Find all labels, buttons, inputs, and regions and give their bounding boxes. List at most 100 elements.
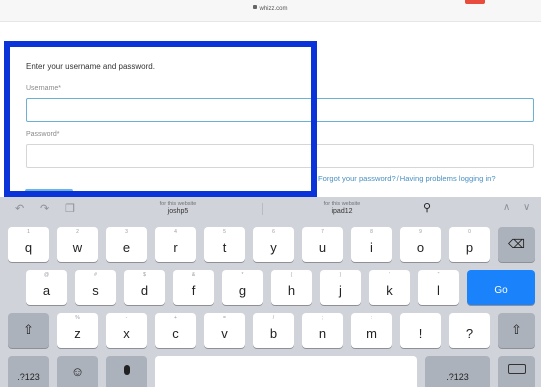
key-hint: & bbox=[191, 272, 196, 278]
key-char: i bbox=[370, 240, 373, 255]
key-j[interactable]: ) j bbox=[320, 270, 361, 305]
onscreen-keyboard: 1q 2w 3e 4r 5t 6y 7u 8i 9o 0p ⌫ @ a # s $ d… bbox=[0, 221, 541, 387]
key-char: l bbox=[437, 283, 440, 298]
login-form: Enter your username and password. Userna… bbox=[0, 22, 541, 197]
shift-icon: ⇧ bbox=[511, 322, 522, 337]
login-button[interactable] bbox=[25, 189, 73, 197]
password-label: Password* bbox=[26, 131, 60, 138]
key-b[interactable]: / b bbox=[253, 313, 294, 348]
link-separator: / bbox=[396, 174, 399, 183]
key-hint: 1 bbox=[27, 229, 30, 235]
key-e[interactable]: 3e bbox=[106, 227, 147, 262]
backspace-key[interactable]: ⌫ bbox=[498, 227, 535, 262]
key-d[interactable]: $ d bbox=[124, 270, 165, 305]
backspace-icon: ⌫ bbox=[508, 237, 525, 251]
key-a[interactable]: @ a bbox=[26, 270, 67, 305]
key-m[interactable]: :m bbox=[351, 313, 392, 348]
emoji-icon: ☺ bbox=[70, 364, 85, 379]
key-s[interactable]: # s bbox=[75, 270, 116, 305]
key-hint: " bbox=[437, 272, 440, 278]
key-hint: 8 bbox=[370, 229, 373, 235]
key-question[interactable]: ? bbox=[449, 313, 490, 348]
chevron-up-icon[interactable]: ∧ bbox=[503, 202, 510, 213]
key-char: k bbox=[386, 283, 393, 298]
key-char: n bbox=[318, 326, 327, 341]
key-char: t bbox=[222, 240, 227, 255]
key-hint: % bbox=[75, 315, 80, 321]
numbers-key-right[interactable]: .?123 bbox=[425, 356, 490, 387]
browser-url-bar[interactable]: whizz.com bbox=[0, 0, 541, 22]
paste-icon[interactable]: ❐ bbox=[65, 202, 75, 215]
key-u[interactable]: 7u bbox=[302, 227, 343, 262]
forgot-password-link[interactable]: Forgot your password? bbox=[318, 174, 396, 183]
key-char: y bbox=[270, 240, 277, 255]
key-hint: @ bbox=[43, 272, 50, 278]
key-i[interactable]: 8i bbox=[351, 227, 392, 262]
key-f[interactable]: & f bbox=[173, 270, 214, 305]
numbers-label: .?123 bbox=[17, 372, 40, 382]
key-n[interactable]: ; n bbox=[302, 313, 343, 348]
key-z[interactable]: % z bbox=[57, 313, 98, 348]
key-char: o bbox=[416, 240, 425, 255]
key-l[interactable]: " l bbox=[418, 270, 459, 305]
suggestion-joshp5[interactable]: for this website joshp5 bbox=[148, 200, 208, 216]
key-y[interactable]: 6y bbox=[253, 227, 294, 262]
key-g[interactable]: * g bbox=[222, 270, 263, 305]
redo-icon[interactable]: ↷ bbox=[40, 202, 49, 215]
key-p[interactable]: 0p bbox=[449, 227, 490, 262]
key-char: m bbox=[366, 326, 377, 341]
hide-keyboard-key[interactable] bbox=[498, 356, 535, 387]
key-o[interactable]: 9o bbox=[400, 227, 441, 262]
username-input[interactable] bbox=[26, 98, 534, 122]
key-char: p bbox=[465, 240, 474, 255]
key-h[interactable]: (h bbox=[271, 270, 312, 305]
numbers-label: .?123 bbox=[446, 372, 469, 382]
shift-key-right[interactable]: ⇧ bbox=[498, 313, 535, 348]
shift-icon: ⇧ bbox=[23, 322, 34, 337]
password-input[interactable] bbox=[26, 144, 534, 168]
password-key-icon[interactable]: ⚲ bbox=[423, 201, 431, 214]
space-key[interactable] bbox=[155, 356, 417, 387]
key-c[interactable]: + c bbox=[155, 313, 196, 348]
go-label: Go bbox=[494, 285, 508, 296]
key-hint: + bbox=[174, 315, 177, 321]
help-links: Forgot your password?/Having problems lo… bbox=[318, 174, 496, 183]
dictation-key[interactable] bbox=[106, 356, 147, 387]
key-x[interactable]: -x bbox=[106, 313, 147, 348]
key-char: r bbox=[173, 240, 178, 255]
key-hint: $ bbox=[143, 272, 146, 278]
go-key[interactable]: Go bbox=[467, 270, 535, 305]
keyboard-icon bbox=[508, 364, 526, 374]
key-w[interactable]: 2w bbox=[57, 227, 98, 262]
key-hint: * bbox=[241, 272, 244, 278]
undo-icon[interactable]: ↶ bbox=[15, 202, 24, 215]
key-v[interactable]: = v bbox=[204, 313, 245, 348]
tab-indicator bbox=[465, 0, 485, 4]
key-hint: 3 bbox=[125, 229, 128, 235]
key-hint: ' bbox=[389, 272, 390, 278]
key-k[interactable]: ' k bbox=[369, 270, 410, 305]
key-char: q bbox=[24, 240, 33, 255]
key-char: g bbox=[238, 283, 247, 298]
key-char: u bbox=[318, 240, 327, 255]
emoji-key[interactable]: ☺ bbox=[57, 356, 98, 387]
url-text: whizz.com bbox=[259, 6, 288, 12]
suggestion-divider bbox=[262, 203, 263, 215]
key-r[interactable]: 4r bbox=[155, 227, 196, 262]
key-hint: 2 bbox=[76, 229, 79, 235]
key-hint: 6 bbox=[272, 229, 275, 235]
suggestion-right-sub: for this website bbox=[323, 201, 361, 207]
key-t[interactable]: 5t bbox=[204, 227, 245, 262]
key-exclamation[interactable]: ! bbox=[400, 313, 441, 348]
key-hint: : bbox=[370, 315, 373, 321]
chevron-down-icon[interactable]: ∨ bbox=[523, 202, 530, 213]
key-char: b bbox=[269, 326, 278, 341]
shift-key-left[interactable]: ⇧ bbox=[8, 313, 49, 348]
suggestion-ipad12[interactable]: for this website ipad12 bbox=[312, 200, 372, 216]
login-problems-link[interactable]: Having problems logging in? bbox=[400, 174, 496, 183]
url-display[interactable]: whizz.com bbox=[0, 5, 541, 12]
suggestion-right-main: ipad12 bbox=[331, 208, 353, 215]
key-q[interactable]: 1q bbox=[8, 227, 49, 262]
numbers-key-left[interactable]: .?123 bbox=[8, 356, 49, 387]
key-char: ? bbox=[465, 326, 474, 341]
